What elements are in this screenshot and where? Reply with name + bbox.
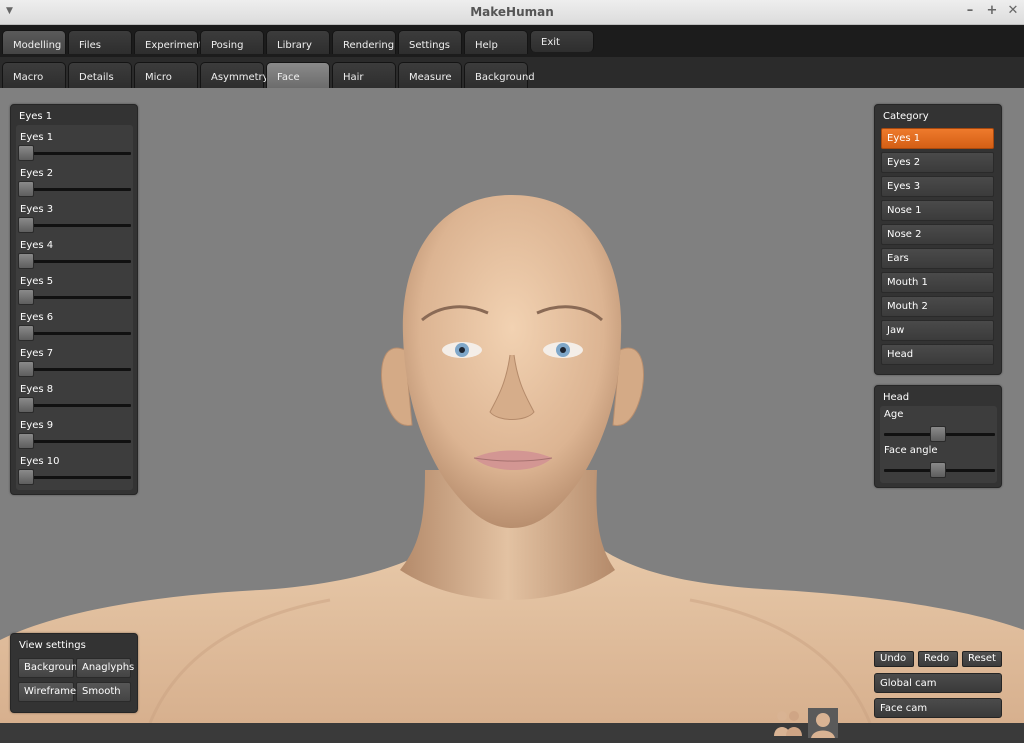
category-panel-title: Category — [883, 111, 929, 122]
slider-track-eyes-10 — [20, 476, 131, 479]
slider-track-eyes-4 — [20, 260, 131, 263]
minimize-icon[interactable]: – — [962, 3, 978, 18]
maximize-icon[interactable]: + — [984, 3, 1000, 18]
slider-label-eyes-8: Eyes 8 — [20, 384, 54, 395]
head-panel-title: Head — [883, 392, 910, 403]
sub-tab-bar: Macro Details Micro Asymmetry Face Hair … — [0, 57, 1024, 88]
category-panel: Category Eyes 1 Eyes 2 Eyes 3 Nose 1 Nos… — [874, 104, 1002, 375]
title-bar: ▼ MakeHuman – + ✕ — [0, 0, 1024, 25]
slider-age[interactable] — [930, 426, 946, 442]
category-ears[interactable]: Ears — [881, 248, 994, 269]
global-cam-button[interactable]: Global cam — [874, 673, 1002, 693]
slider-label-eyes-9: Eyes 9 — [20, 420, 54, 431]
slider-eyes-7[interactable] — [18, 361, 34, 377]
slider-label-eyes-1: Eyes 1 — [20, 132, 54, 143]
tab-library[interactable]: Library — [266, 30, 330, 54]
tab-measure[interactable]: Measure — [398, 62, 462, 88]
3d-viewport[interactable] — [0, 88, 1024, 723]
category-eyes-2[interactable]: Eyes 2 — [881, 152, 994, 173]
tab-details[interactable]: Details — [68, 62, 132, 88]
category-mouth-2[interactable]: Mouth 2 — [881, 296, 994, 317]
slider-eyes-1[interactable] — [18, 145, 34, 161]
tab-settings[interactable]: Settings — [398, 30, 462, 54]
slider-eyes-5[interactable] — [18, 289, 34, 305]
slider-eyes-4[interactable] — [18, 253, 34, 269]
category-eyes-3[interactable]: Eyes 3 — [881, 176, 994, 197]
tab-asymmetry[interactable]: Asymmetry — [200, 62, 269, 88]
slider-track-eyes-9 — [20, 440, 131, 443]
main-tab-bar: Modelling Files Experiments Posing Libra… — [0, 25, 1024, 57]
category-mouth-1[interactable]: Mouth 1 — [881, 272, 994, 293]
head-panel: Head Age Face angle — [874, 385, 1002, 488]
category-jaw[interactable]: Jaw — [881, 320, 994, 341]
category-nose-2[interactable]: Nose 2 — [881, 224, 994, 245]
slider-track-eyes-8 — [20, 404, 131, 407]
face-view-thumbnail-icon[interactable] — [808, 708, 838, 738]
tab-files[interactable]: Files — [68, 30, 132, 54]
background-toggle-button[interactable]: Background — [18, 658, 84, 678]
slider-track-eyes-5 — [20, 296, 131, 299]
eyes-panel-title: Eyes 1 — [19, 111, 53, 122]
slider-eyes-6[interactable] — [18, 325, 34, 341]
category-eyes-1[interactable]: Eyes 1 — [881, 128, 994, 149]
slider-label-eyes-2: Eyes 2 — [20, 168, 54, 179]
slider-face-angle[interactable] — [930, 462, 946, 478]
view-settings-title: View settings — [19, 640, 86, 651]
eyes-panel: Eyes 1 Eyes 1 Eyes 2 Eyes 3 Eyes 4 Eyes … — [10, 104, 138, 495]
slider-label-eyes-6: Eyes 6 — [20, 312, 54, 323]
slider-eyes-3[interactable] — [18, 217, 34, 233]
slider-label-age: Age — [884, 409, 904, 420]
anaglyphs-toggle-button[interactable]: Anaglyphs — [76, 658, 134, 678]
tab-posing[interactable]: Posing — [200, 30, 264, 54]
window-title: MakeHuman — [470, 5, 554, 19]
slider-track-eyes-3 — [20, 224, 131, 227]
slider-label-eyes-4: Eyes 4 — [20, 240, 54, 251]
slider-label-eyes-3: Eyes 3 — [20, 204, 54, 215]
slider-track-eyes-7 — [20, 368, 131, 371]
tab-background[interactable]: Background — [464, 62, 535, 88]
slider-track-eyes-1 — [20, 152, 131, 155]
global-view-thumbnail-icon[interactable] — [774, 711, 802, 736]
undo-button[interactable]: Undo — [874, 651, 914, 667]
wireframe-toggle-button[interactable]: Wireframe — [18, 682, 76, 702]
category-nose-1[interactable]: Nose 1 — [881, 200, 994, 221]
face-cam-button[interactable]: Face cam — [874, 698, 1002, 718]
camera-presets — [774, 708, 838, 738]
tab-help[interactable]: Help — [464, 30, 528, 54]
slider-eyes-10[interactable] — [18, 469, 34, 485]
tab-face[interactable]: Face — [266, 62, 330, 88]
exit-button[interactable]: Exit — [530, 30, 594, 52]
slider-label-eyes-7: Eyes 7 — [20, 348, 54, 359]
reset-button[interactable]: Reset — [962, 651, 1002, 667]
close-icon[interactable]: ✕ — [1005, 3, 1021, 18]
smooth-toggle-button[interactable]: Smooth — [76, 682, 131, 702]
tab-rendering[interactable]: Rendering — [332, 30, 396, 54]
tab-micro[interactable]: Micro — [134, 62, 198, 88]
tab-experiments[interactable]: Experiments — [134, 30, 208, 54]
human-model — [0, 195, 1024, 723]
slider-label-face-angle: Face angle — [884, 445, 938, 456]
slider-track-eyes-6 — [20, 332, 131, 335]
tab-macro[interactable]: Macro — [2, 62, 66, 88]
tab-hair[interactable]: Hair — [332, 62, 396, 88]
redo-button[interactable]: Redo — [918, 651, 958, 667]
slider-eyes-8[interactable] — [18, 397, 34, 413]
slider-label-eyes-5: Eyes 5 — [20, 276, 54, 287]
tab-modelling[interactable]: Modelling — [2, 30, 66, 54]
slider-eyes-2[interactable] — [18, 181, 34, 197]
category-head[interactable]: Head — [881, 344, 994, 365]
slider-eyes-9[interactable] — [18, 433, 34, 449]
slider-label-eyes-10: Eyes 10 — [20, 456, 60, 467]
slider-track-eyes-2 — [20, 188, 131, 191]
status-bar — [0, 723, 1024, 743]
view-settings-panel: View settings Background Anaglyphs Wiref… — [10, 633, 138, 713]
